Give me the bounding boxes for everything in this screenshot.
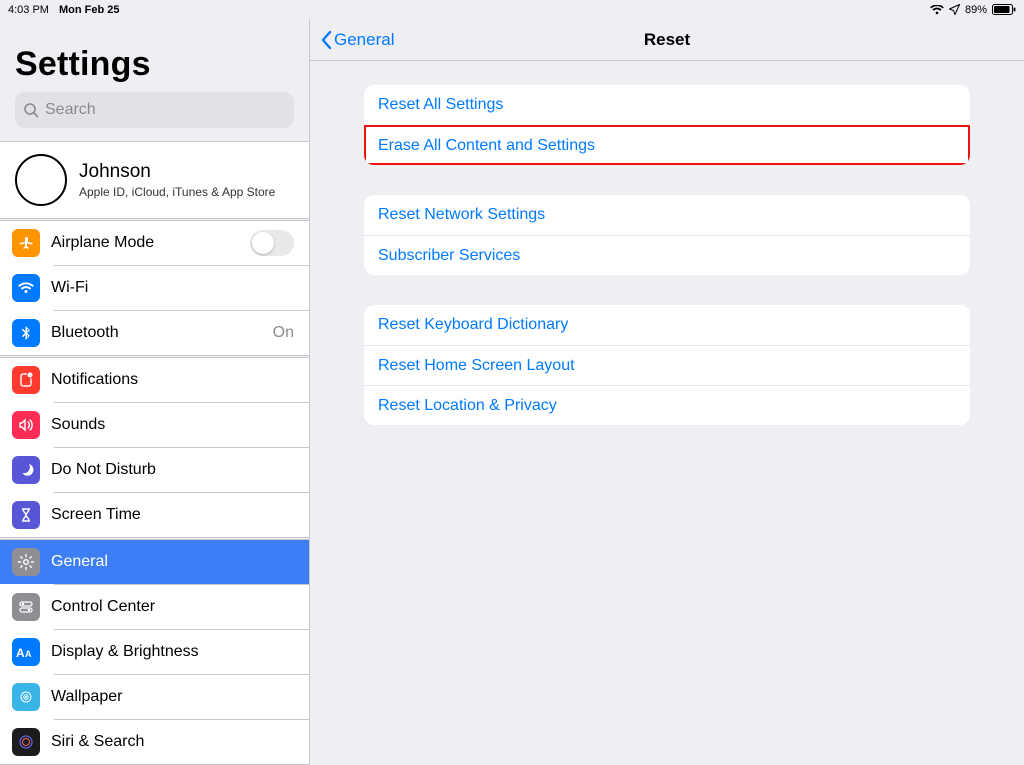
toggle-icon [12, 593, 40, 621]
sidebar-item-label: Airplane Mode [51, 234, 154, 252]
sidebar-item-wifi[interactable]: Wi-Fi [0, 266, 309, 310]
wifi-icon [930, 5, 944, 15]
detail-body: Reset All Settings Erase All Content and… [310, 61, 1024, 455]
sidebar-item-airplane[interactable]: Airplane Mode [0, 221, 309, 265]
sidebar-item-label: Bluetooth [51, 324, 119, 342]
reset-network-settings[interactable]: Reset Network Settings [364, 195, 970, 235]
back-button[interactable]: General [320, 30, 394, 50]
sidebar-item-screentime[interactable]: Screen Time [0, 493, 309, 537]
battery-icon [992, 4, 1016, 15]
page-title: Settings [15, 45, 294, 84]
bluetooth-icon [12, 319, 40, 347]
sidebar-item-label: Wi-Fi [51, 279, 88, 297]
moon-icon [12, 456, 40, 484]
avatar [15, 154, 67, 206]
reset-location-privacy[interactable]: Reset Location & Privacy [364, 385, 970, 425]
sidebar-item-notifications[interactable]: Notifications [0, 358, 309, 402]
sidebar-item-label: Siri & Search [51, 733, 144, 751]
reset-group-1: Reset All Settings Erase All Content and… [364, 85, 970, 165]
sidebar-item-label: Control Center [51, 598, 155, 616]
sidebar-item-display[interactable]: AA Display & Brightness [0, 630, 309, 674]
reset-group-2: Reset Network Settings Subscriber Servic… [364, 195, 970, 275]
detail-nav: General Reset [310, 19, 1024, 61]
sounds-icon [12, 411, 40, 439]
sidebar-item-dnd[interactable]: Do Not Disturb [0, 448, 309, 492]
siri-icon [12, 728, 40, 756]
sidebar-item-sounds[interactable]: Sounds [0, 403, 309, 447]
sidebar-item-label: Notifications [51, 371, 138, 389]
airplane-toggle[interactable] [250, 230, 294, 256]
profile-name: Johnson [79, 161, 275, 183]
detail-title: Reset [644, 30, 690, 50]
reset-keyboard-dictionary[interactable]: Reset Keyboard Dictionary [364, 305, 970, 345]
gear-icon [12, 548, 40, 576]
wifi-settings-icon [12, 274, 40, 302]
settings-sidebar: Settings Johnson Apple ID, iCloud, iTune… [0, 19, 310, 765]
row-label: Reset Network Settings [378, 206, 545, 224]
reset-home-screen-layout[interactable]: Reset Home Screen Layout [364, 345, 970, 385]
sidebar-item-label: Screen Time [51, 506, 141, 524]
detail-pane: General Reset Reset All Settings Erase A… [310, 19, 1024, 765]
status-date: Mon Feb 25 [59, 4, 120, 16]
sidebar-item-label: Wallpaper [51, 688, 122, 706]
sidebar-item-general[interactable]: General [0, 540, 309, 584]
row-label: Subscriber Services [378, 247, 520, 265]
location-icon [949, 4, 960, 15]
sidebar-item-wallpaper[interactable]: Wallpaper [0, 675, 309, 719]
sidebar-item-label: Display & Brightness [51, 643, 199, 661]
notifications-icon [12, 366, 40, 394]
status-bar: 4:03 PM Mon Feb 25 89% [0, 0, 1024, 19]
wallpaper-icon [12, 683, 40, 711]
row-label: Reset Keyboard Dictionary [378, 316, 568, 334]
text-size-icon: AA [12, 638, 40, 666]
row-label: Erase All Content and Settings [378, 137, 595, 155]
sidebar-item-label: General [51, 553, 108, 571]
search-field[interactable] [15, 92, 294, 128]
row-label: Reset Home Screen Layout [378, 357, 575, 375]
hourglass-icon [12, 501, 40, 529]
back-label: General [334, 30, 394, 50]
airplane-icon [12, 229, 40, 257]
search-input[interactable] [45, 101, 286, 119]
erase-all-content[interactable]: Erase All Content and Settings [364, 125, 970, 165]
status-time: 4:03 PM [8, 4, 49, 16]
bluetooth-value: On [273, 324, 294, 342]
apple-id-row[interactable]: Johnson Apple ID, iCloud, iTunes & App S… [0, 142, 309, 218]
subscriber-services[interactable]: Subscriber Services [364, 235, 970, 275]
reset-all-settings[interactable]: Reset All Settings [364, 85, 970, 125]
svg-text:A: A [25, 649, 32, 659]
sidebar-item-label: Sounds [51, 416, 105, 434]
row-label: Reset Location & Privacy [378, 397, 557, 415]
sidebar-item-control-center[interactable]: Control Center [0, 585, 309, 629]
profile-subtitle: Apple ID, iCloud, iTunes & App Store [79, 185, 275, 199]
search-icon [23, 102, 39, 118]
sidebar-item-bluetooth[interactable]: Bluetooth On [0, 311, 309, 355]
reset-group-3: Reset Keyboard Dictionary Reset Home Scr… [364, 305, 970, 425]
battery-pct: 89% [965, 4, 987, 16]
chevron-left-icon [320, 30, 332, 50]
svg-text:A: A [16, 646, 25, 660]
row-label: Reset All Settings [378, 96, 503, 114]
sidebar-item-siri[interactable]: Siri & Search [0, 720, 309, 764]
sidebar-item-label: Do Not Disturb [51, 461, 156, 479]
